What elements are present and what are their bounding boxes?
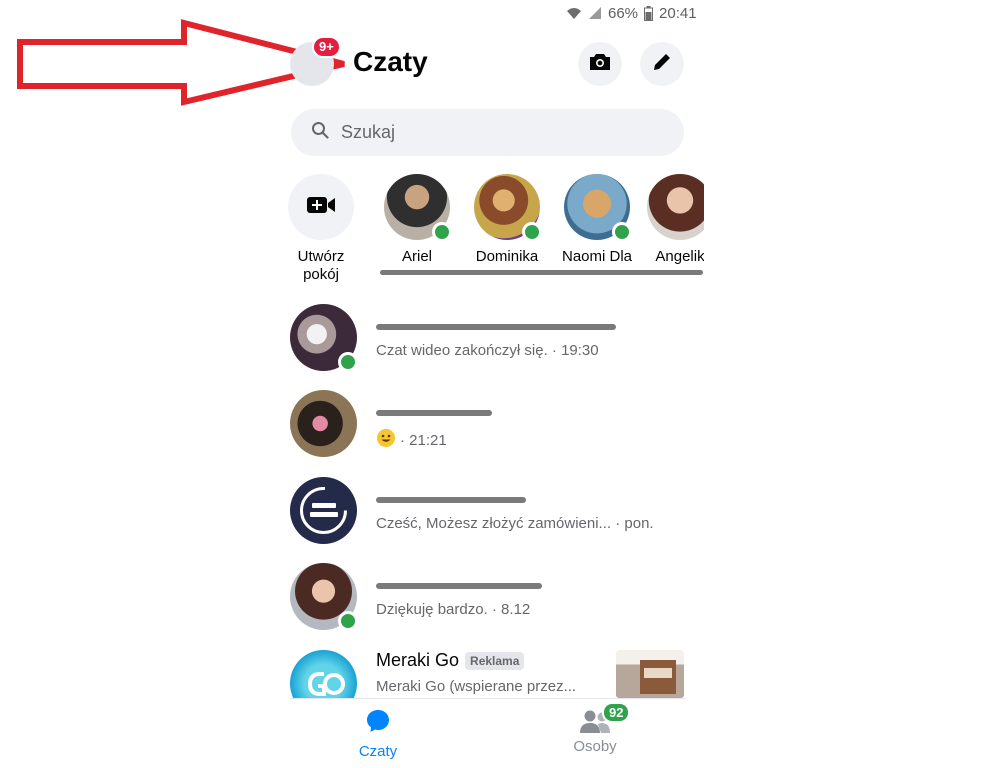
online-indicator xyxy=(612,222,632,242)
nav-divider xyxy=(290,698,686,699)
avatar xyxy=(290,650,357,698)
story-person-naomi[interactable]: Naomi Dla xyxy=(552,174,642,266)
message-preview: Meraki Go (wspierane przez... xyxy=(376,678,577,695)
list-item[interactable]: Czat wideo zakończył się. · 19:30 xyxy=(290,304,686,372)
redacted-name xyxy=(376,410,492,416)
clock: 20:41 xyxy=(659,4,697,22)
create-room-label: Utwórz xyxy=(297,248,345,265)
redacted-name xyxy=(376,497,526,503)
online-indicator xyxy=(522,222,542,242)
notification-badge: 9+ xyxy=(312,36,341,58)
search-bar[interactable] xyxy=(291,109,684,156)
battery-percent: 66% xyxy=(608,4,639,22)
ad-badge: Reklama xyxy=(465,652,525,671)
story-name: Dominika xyxy=(475,248,539,265)
wifi-icon xyxy=(566,6,582,20)
avatar xyxy=(647,174,704,240)
camera-button[interactable] xyxy=(578,42,622,86)
new-message-button[interactable] xyxy=(640,42,684,86)
story-person-ariel[interactable]: Ariel xyxy=(372,174,462,266)
story-name: Naomi Dla xyxy=(561,248,633,265)
smiley-icon xyxy=(376,428,396,452)
pencil-icon xyxy=(652,52,672,77)
redacted-name xyxy=(376,324,616,330)
tab-people-label: Osoby xyxy=(573,738,617,755)
ad-thumbnail xyxy=(616,650,684,698)
tab-chats[interactable]: Czaty xyxy=(318,708,438,760)
story-name: Angelik xyxy=(655,248,704,265)
meraki-go-logo-icon xyxy=(308,672,345,696)
story-person-dominika[interactable]: Dominika xyxy=(462,174,552,266)
status-bar: 66% 20:41 xyxy=(566,3,697,23)
video-plus-icon xyxy=(306,195,336,220)
avatar xyxy=(384,174,452,242)
avatar xyxy=(290,390,357,457)
chat-name-text: Meraki Go xyxy=(376,650,460,670)
avatar xyxy=(474,174,542,242)
camera-icon xyxy=(589,53,611,76)
list-item-ad[interactable]: Meraki Go Reklama Meraki Go (wspierane pr… xyxy=(290,650,686,698)
tab-people[interactable]: 92 Osoby xyxy=(535,702,655,755)
create-room-label-2: pokój xyxy=(303,266,339,283)
message-preview: · 21:21 xyxy=(376,428,447,452)
create-room-button[interactable]: Utwórz pokój xyxy=(276,174,366,284)
online-indicator xyxy=(338,611,358,631)
page-title: Czaty xyxy=(353,46,428,77)
message-preview: Czat wideo zakończył się. · 19:30 xyxy=(376,342,599,359)
story-name: Ariel xyxy=(401,248,432,265)
avatar xyxy=(564,174,632,242)
chat-name: Meraki Go Reklama xyxy=(376,650,525,671)
avatar xyxy=(290,477,357,544)
search-input[interactable] xyxy=(339,121,663,144)
message-preview: Dziękuję bardzo. · 8.12 xyxy=(376,601,531,618)
redaction-mark xyxy=(380,270,703,275)
tab-chats-label: Czaty xyxy=(358,743,398,760)
list-item[interactable]: · 21:21 xyxy=(290,390,686,458)
online-indicator xyxy=(432,222,452,242)
list-item[interactable]: Dziękuję bardzo. · 8.12 xyxy=(290,563,686,631)
chat-bubble-icon xyxy=(365,708,391,739)
story-person-angelika[interactable]: Angelik xyxy=(640,174,704,284)
people-count-badge: 92 xyxy=(602,702,631,723)
people-icon xyxy=(578,710,612,738)
redacted-name xyxy=(376,583,542,589)
battery-icon xyxy=(644,5,654,21)
online-indicator xyxy=(338,352,358,372)
zen-sushi-logo-icon xyxy=(300,487,347,534)
signal-icon xyxy=(588,6,602,20)
message-preview-text: · 21:21 xyxy=(400,431,447,449)
search-icon xyxy=(311,121,329,144)
message-preview: Cześć, Możesz złożyć zamówieni... · pon. xyxy=(376,515,654,532)
list-item[interactable]: Cześć, Możesz złożyć zamówieni... · pon. xyxy=(290,477,686,545)
